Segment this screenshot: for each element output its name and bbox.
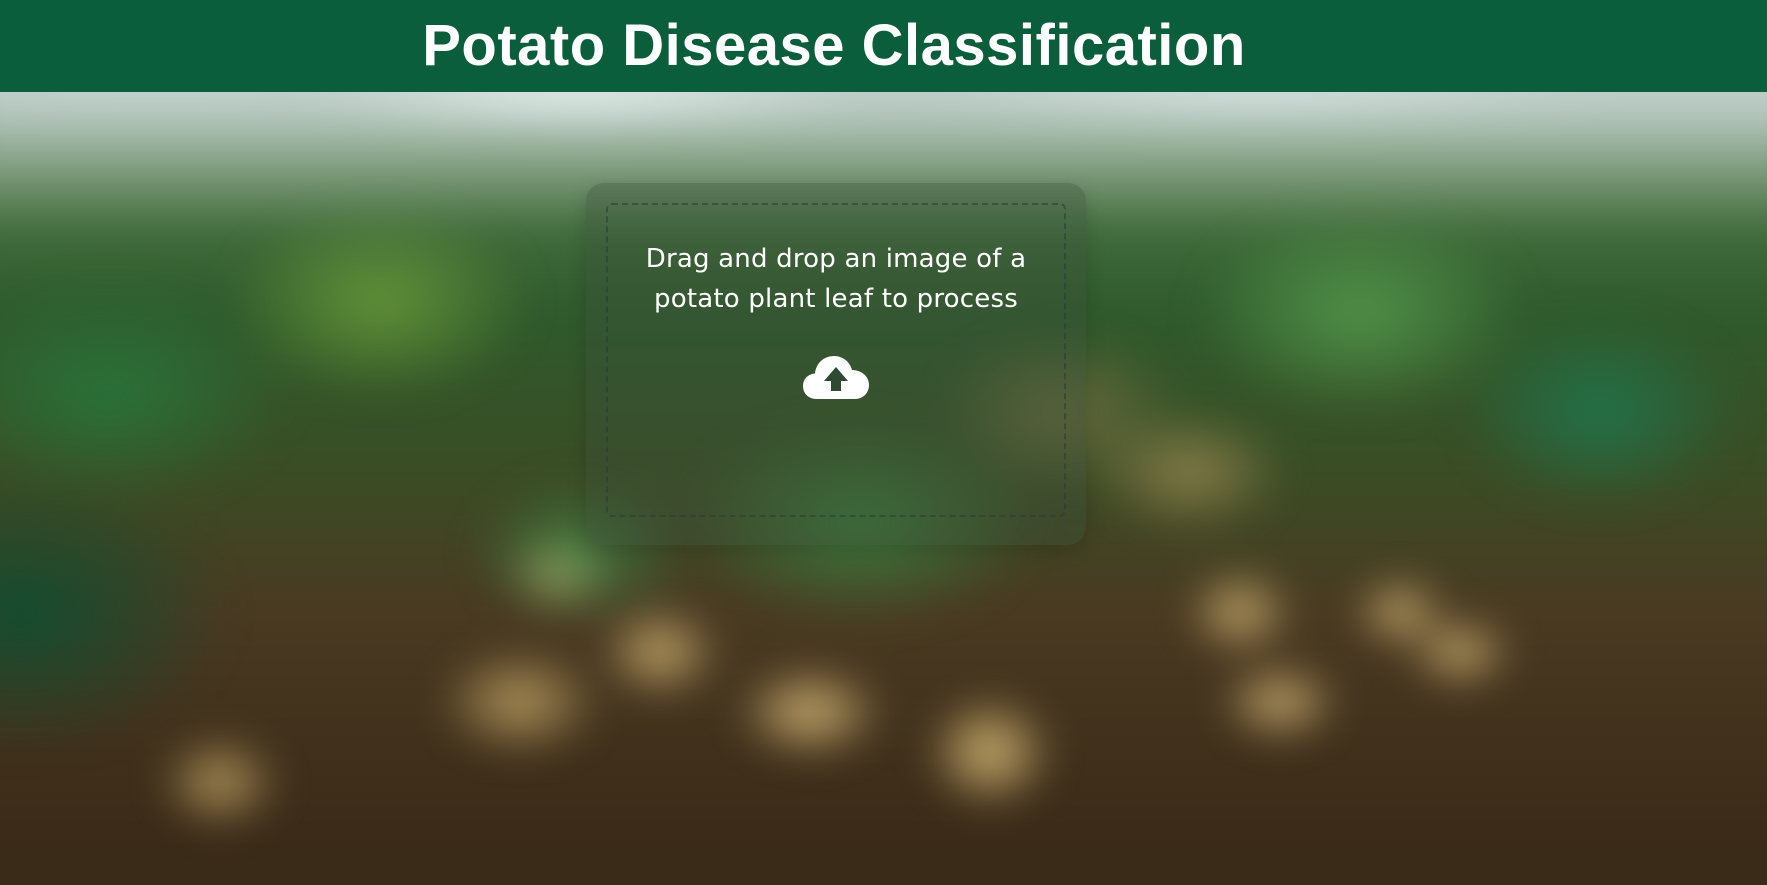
app-root: Potato Disease Classification Drag and d… <box>0 0 1767 885</box>
cloud-upload-icon[interactable] <box>803 355 869 401</box>
page-title: Potato Disease Classification <box>422 13 1246 78</box>
upload-card: Drag and drop an image of a potato plant… <box>586 183 1086 545</box>
drop-instructions-line-2: potato plant leaf to process <box>654 284 1018 314</box>
drop-instructions: Drag and drop an image of a potato plant… <box>628 239 1044 319</box>
app-header: Potato Disease Classification <box>0 0 1767 92</box>
image-drop-zone[interactable]: Drag and drop an image of a potato plant… <box>606 203 1066 517</box>
drop-instructions-line-1: Drag and drop an image of a <box>645 244 1027 274</box>
